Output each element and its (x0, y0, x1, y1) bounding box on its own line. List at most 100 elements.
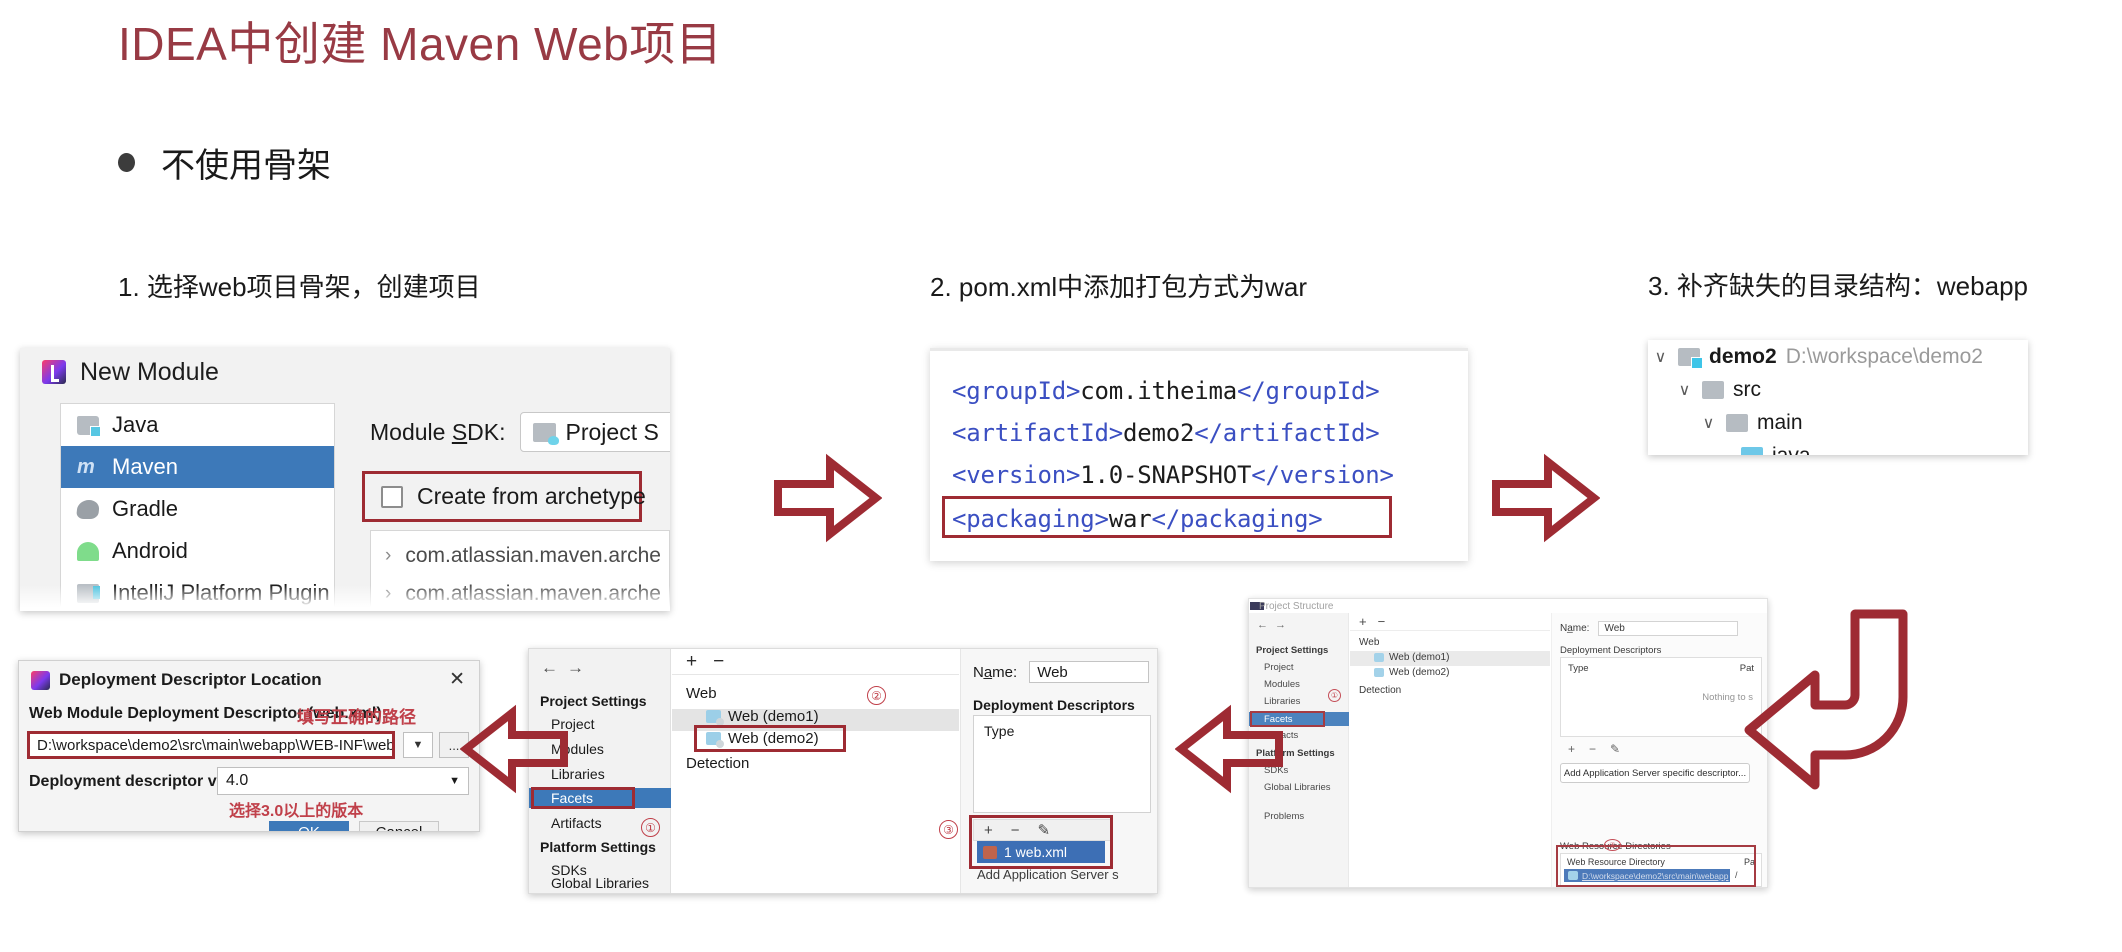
facet-web-demo1-small[interactable]: Web (demo1) (1374, 652, 1449, 663)
archetype-row[interactable]: › com.atlassian.maven.arche (371, 537, 669, 575)
project-structure-dialog: ←→ Project Settings Project Modules Libr… (528, 648, 1158, 894)
descriptor-version-value: 4.0 (226, 772, 249, 789)
module-type-maven[interactable]: m Maven (61, 446, 334, 488)
code-line-artifactid: <artifactId>demo2</artifactId> (952, 419, 1380, 447)
create-from-archetype-checkbox[interactable] (381, 485, 403, 508)
tree-label: java (1772, 443, 1811, 456)
folder-icon (1726, 413, 1748, 432)
page-title: IDEA中创建 Maven Web项目 (118, 18, 723, 70)
close-icon[interactable]: ✕ (449, 668, 465, 691)
tree-row-demo2[interactable]: ∨ demo2 D:\workspace\demo2 (1648, 340, 2028, 373)
sidebar-item-problems-small[interactable]: Problems (1264, 811, 1304, 822)
sidebar-item-project-small[interactable]: Project (1264, 662, 1294, 673)
edit-descriptor-icon[interactable]: ✎ (1610, 742, 1620, 756)
facets-toolbar[interactable]: + − (672, 649, 959, 675)
module-type-android[interactable]: Android (61, 530, 334, 572)
intellij-logo-icon (31, 671, 50, 690)
bullet-label: 不使用骨架 (161, 147, 331, 185)
facet-name-row: Na̲me: Web (973, 661, 1150, 683)
add-facet-icon[interactable]: + (1359, 614, 1367, 629)
code-line-version: <version>1.0-SNAPSHOT</version> (952, 461, 1394, 489)
code-line-groupid: <groupId>com.itheima</groupId> (952, 377, 1380, 405)
nav-arrows-small[interactable]: ←→ (1257, 619, 1293, 631)
facet-web-demo2-small[interactable]: Web (demo2) (1374, 667, 1449, 678)
module-sdk-select[interactable]: Project S (519, 412, 670, 452)
arrow-curved-down-left (1744, 609, 1908, 790)
project-tree[interactable]: ∨ demo2 D:\workspace\demo2 ∨ src ∨ main … (1648, 340, 2028, 455)
web-xml-path-input[interactable]: D:\workspace\demo2\src\main\webapp\WEB-I… (27, 731, 395, 759)
platform-settings-heading: Platform Settings (540, 839, 656, 855)
module-type-list[interactable]: Java m Maven Gradle Android IntelliJ Pla… (60, 403, 335, 611)
bullet-item: 不使用骨架 (118, 138, 331, 187)
tree-row-java[interactable]: java (1648, 439, 2028, 455)
tree-path: D:\workspace\demo2 (1785, 344, 1983, 368)
descriptors-toolbar-small[interactable]: + − ✎ (1560, 741, 1762, 757)
module-type-label: Java (112, 412, 159, 437)
remove-facet-icon[interactable]: − (713, 651, 724, 673)
ok-button[interactable]: OK (269, 821, 349, 831)
sdk-folder-icon (532, 422, 559, 445)
deployment-descriptors-table[interactable]: Type (973, 715, 1151, 813)
sidebar-item-global-libraries[interactable]: Global Libraries (551, 875, 649, 891)
pom-xml-code-card: <groupId>com.itheima</groupId> <artifact… (930, 348, 1468, 561)
slide-canvas: IDEA中创建 Maven Web项目 不使用骨架 1. 选择web项目骨架，创… (0, 0, 2122, 952)
sidebar-item-artifacts[interactable]: Artifacts (551, 815, 602, 831)
descriptor-version-select[interactable]: 4.0 ▼ (217, 767, 469, 795)
web-resource-directories-highlight-box (1556, 845, 1756, 887)
module-type-gradle[interactable]: Gradle (61, 488, 334, 530)
path-dropdown-button[interactable]: ▼ (403, 732, 433, 758)
maven-m-icon: m (77, 455, 95, 478)
chevron-right-icon[interactable]: › (385, 545, 391, 567)
facet-name-label: Na̲me: (973, 663, 1018, 681)
add-facet-icon[interactable]: + (686, 651, 697, 673)
xml-open-tag: <artifactId> (952, 419, 1123, 447)
nav-arrows[interactable]: ←→ (541, 658, 593, 678)
chevron-down-icon[interactable]: ∨ (1676, 380, 1693, 400)
xml-open-tag: <groupId> (952, 377, 1081, 405)
sidebar-item-modules-small[interactable]: Modules (1264, 679, 1300, 690)
facets-toolbar-small[interactable]: + − (1350, 613, 1550, 631)
tree-row-main[interactable]: ∨ main (1648, 406, 2028, 439)
module-folder-icon (1678, 347, 1703, 369)
facet-group-detection-small[interactable]: Detection (1359, 685, 1401, 696)
step-1-label: 1. 选择web项目骨架，创建项目 (118, 272, 481, 302)
archetype-label: com.atlassian.maven.arche (405, 544, 661, 567)
chevron-down-icon[interactable]: ∨ (1652, 347, 1669, 367)
annotation-marker-1-small: ① (1328, 689, 1341, 702)
tree-row-src[interactable]: ∨ src (1648, 373, 2028, 406)
remove-facet-icon[interactable]: − (1378, 614, 1386, 629)
chevron-down-icon: ▼ (449, 775, 460, 787)
facet-web-demo1[interactable]: Web (demo1) (706, 708, 819, 726)
new-module-titlebar: New Module (20, 348, 670, 394)
back-arrow-icon[interactable]: ← (1257, 619, 1275, 631)
facet-group-web[interactable]: Web (686, 685, 717, 702)
chevron-down-icon[interactable]: ∨ (1700, 413, 1717, 433)
arrow-right-step2-to-step3 (1492, 453, 1600, 543)
facet-group-web-small[interactable]: Web (1359, 637, 1379, 648)
cancel-button[interactable]: Cancel (359, 821, 439, 831)
forward-arrow-icon[interactable]: → (567, 658, 593, 677)
back-arrow-icon[interactable]: ← (541, 658, 567, 677)
facets-tree-panel: + − Web Web (demo1) Web (demo2) Detectio… (672, 649, 959, 893)
module-type-java[interactable]: Java (61, 404, 334, 446)
gradle-elephant-icon (76, 499, 100, 519)
folder-icon (1702, 380, 1724, 399)
add-app-server-descriptor-button[interactable]: Add Application Server specific descript… (1560, 763, 1750, 783)
xml-text: demo2 (1123, 419, 1195, 447)
facet-name-input[interactable]: Web (1029, 661, 1150, 683)
add-descriptor-icon[interactable]: + (1568, 742, 1575, 756)
facet-name-input-small[interactable]: Web (1598, 621, 1739, 636)
xml-text: 1.0-SNAPSHOT (1080, 461, 1252, 489)
column-header-type: Type (984, 723, 1015, 739)
remove-descriptor-icon[interactable]: − (1589, 742, 1596, 756)
annotation-marker-3: ③ (939, 820, 958, 839)
create-from-archetype-row[interactable]: Create from archetype (362, 471, 646, 522)
project-tree-card: ∨ demo2 D:\workspace\demo2 ∨ src ∨ main … (1648, 340, 2028, 455)
facet-group-detection[interactable]: Detection (686, 755, 749, 772)
new-module-title: New Module (80, 358, 219, 386)
deployment-descriptors-table-small[interactable]: Type Pat Nothing to s (1560, 657, 1762, 737)
annotation-path-note: 填写正确的路径 (297, 708, 416, 727)
forward-arrow-icon[interactable]: → (1275, 619, 1293, 631)
new-module-dialog: New Module Java m Maven Gradle Android I… (20, 348, 670, 611)
bottom-fade (20, 585, 670, 611)
